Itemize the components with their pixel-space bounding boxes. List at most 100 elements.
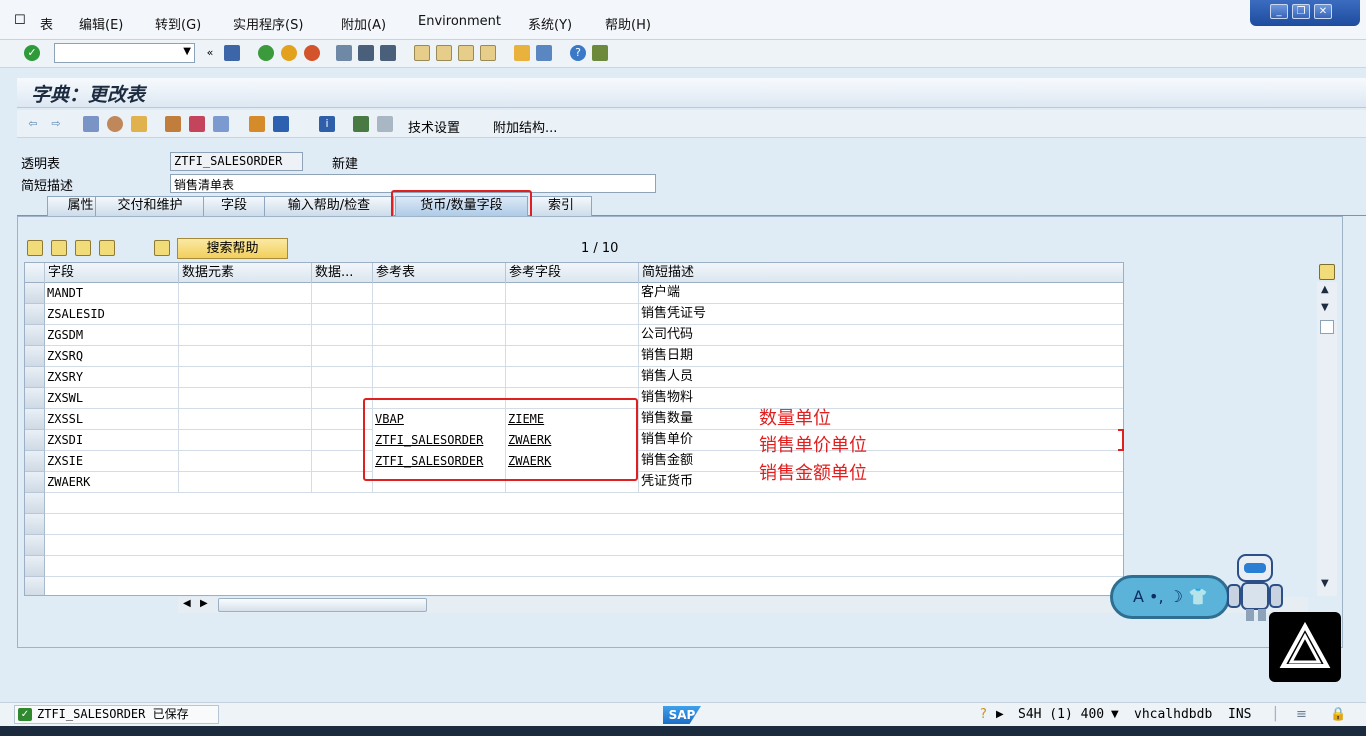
field-cell[interactable]: ZXSDI [45,430,179,451]
scroll-down-icon[interactable]: ▼ [1321,302,1329,313]
search-help-icon[interactable] [154,240,170,256]
field-cell[interactable]: MANDT [45,283,179,304]
menu-table[interactable]: 表 [40,14,53,33]
system-dropdown-icon[interactable]: ▼ [1111,709,1119,720]
row-selector[interactable] [25,577,45,595]
chevron-down-icon[interactable]: ▼ [183,46,191,57]
field-cell[interactable]: ZXSWL [45,388,179,409]
active-inactive-icon[interactable] [107,116,123,132]
select-all-icon[interactable] [27,240,43,256]
status-expand-icon[interactable]: ▶ [996,709,1004,720]
print-icon[interactable] [336,45,352,61]
next-page-icon[interactable] [458,45,474,61]
vertical-scrollbar[interactable]: ▲ ▼ ▼ [1317,282,1337,596]
row-selector[interactable] [25,493,45,514]
append-structure-button[interactable]: 附加结构... [493,117,557,136]
header-field[interactable]: 字段 [45,263,179,283]
info-icon[interactable]: i [319,116,335,132]
cancel-icon[interactable] [304,45,320,61]
last-page-icon[interactable] [480,45,496,61]
check-icon[interactable] [165,116,181,132]
tab-fields[interactable]: 字段 [203,196,265,216]
tab-input-help-check[interactable]: 输入帮助/检查 [264,196,394,216]
row-selector[interactable] [25,409,45,430]
field-cell[interactable]: ZXSRY [45,367,179,388]
row-selector[interactable] [25,514,45,535]
horizontal-scroll-thumb[interactable] [218,598,427,612]
display-change-icon[interactable] [83,116,99,132]
command-field[interactable]: ▼ [54,43,195,63]
header-data-type[interactable]: 数据... [312,263,373,283]
move-up-icon[interactable] [99,240,115,256]
close-button[interactable]: ✕ [1314,4,1332,19]
shortcut-icon[interactable] [536,45,552,61]
lock-icon[interactable]: 🔒 [1330,707,1346,722]
menu-edit[interactable]: 编辑(E) [79,14,123,33]
row-selector[interactable] [25,388,45,409]
field-cell[interactable]: ZWAERK [45,472,179,493]
row-selector[interactable] [25,346,45,367]
field-cell[interactable]: ZXSSL [45,409,179,430]
row-selector[interactable] [25,283,45,304]
header-short-desc[interactable]: 简短描述 [639,263,1123,283]
new-session-icon[interactable] [514,45,530,61]
contents-icon[interactable] [353,116,369,132]
tab-delivery-maintenance[interactable]: 交付和维护 [95,196,205,216]
first-page-icon[interactable] [414,45,430,61]
back-icon[interactable] [258,45,274,61]
row-selector[interactable] [25,430,45,451]
row-selector[interactable] [25,535,45,556]
scroll-right-icon[interactable]: ▶ [200,598,208,609]
layout-icon[interactable] [592,45,608,61]
header-ref-field[interactable]: 参考字段 [506,263,639,283]
row-selector[interactable] [25,451,45,472]
menu-system[interactable]: 系统(Y) [528,14,572,33]
grid-icon[interactable] [377,116,393,132]
enter-icon[interactable]: ✓ [24,45,40,61]
tech-settings-button[interactable]: 技术设置 [408,117,460,136]
scroll-thumb[interactable] [1320,320,1334,334]
other-object-icon[interactable] [131,116,147,132]
row-selector[interactable] [25,472,45,493]
tab-indexes[interactable]: 索引 [530,196,592,216]
help-icon[interactable]: ? [570,45,586,61]
field-cell[interactable]: ZGSDM [45,325,179,346]
row-selector[interactable] [25,325,45,346]
row-selector[interactable] [25,556,45,577]
menu-icon[interactable]: ☐ [14,13,26,28]
restore-button[interactable]: ❐ [1292,4,1310,19]
arrow-left-icon[interactable]: ⇦ [25,116,41,132]
field-cell[interactable]: ZXSIE [45,451,179,472]
activate-icon[interactable] [189,116,205,132]
help-key-icon[interactable]: ? [980,707,987,722]
deselect-icon[interactable] [75,240,91,256]
menu-goto[interactable]: 转到(G) [155,14,201,33]
find-icon[interactable] [358,45,374,61]
collapse-icon[interactable]: « [202,45,218,61]
exit-icon[interactable] [281,45,297,61]
status-settings-icon[interactable]: ≡ [1296,707,1307,722]
minimize-button[interactable]: _ [1270,4,1288,19]
header-data-element[interactable]: 数据元素 [179,263,312,283]
select-block-icon[interactable] [51,240,67,256]
field-cell[interactable]: ZXSRQ [45,346,179,367]
status-message[interactable]: ✓ ZTFI_SALESORDER 已保存 [14,705,219,724]
scroll-down-end-icon[interactable]: ▼ [1321,578,1329,589]
menu-environment[interactable]: Environment [418,14,501,29]
find-next-icon[interactable] [380,45,396,61]
menu-extras[interactable]: 附加(A) [341,14,386,33]
header-select[interactable] [25,263,45,283]
mascot-bubble[interactable]: A •, ☽ 👕 [1110,575,1230,619]
object-list-icon[interactable] [273,116,289,132]
row-selector[interactable] [25,367,45,388]
row-selector[interactable] [25,304,45,325]
previous-page-icon[interactable] [436,45,452,61]
hierarchy-icon[interactable] [249,116,265,132]
header-ref-table[interactable]: 参考表 [373,263,506,283]
field-cell[interactable]: ZSALESID [45,304,179,325]
corner-logo-badge[interactable] [1269,612,1341,682]
where-used-icon[interactable] [213,116,229,132]
column-settings-icon[interactable] [1319,264,1335,280]
menu-help[interactable]: 帮助(H) [605,14,651,33]
save-icon[interactable] [224,45,240,61]
